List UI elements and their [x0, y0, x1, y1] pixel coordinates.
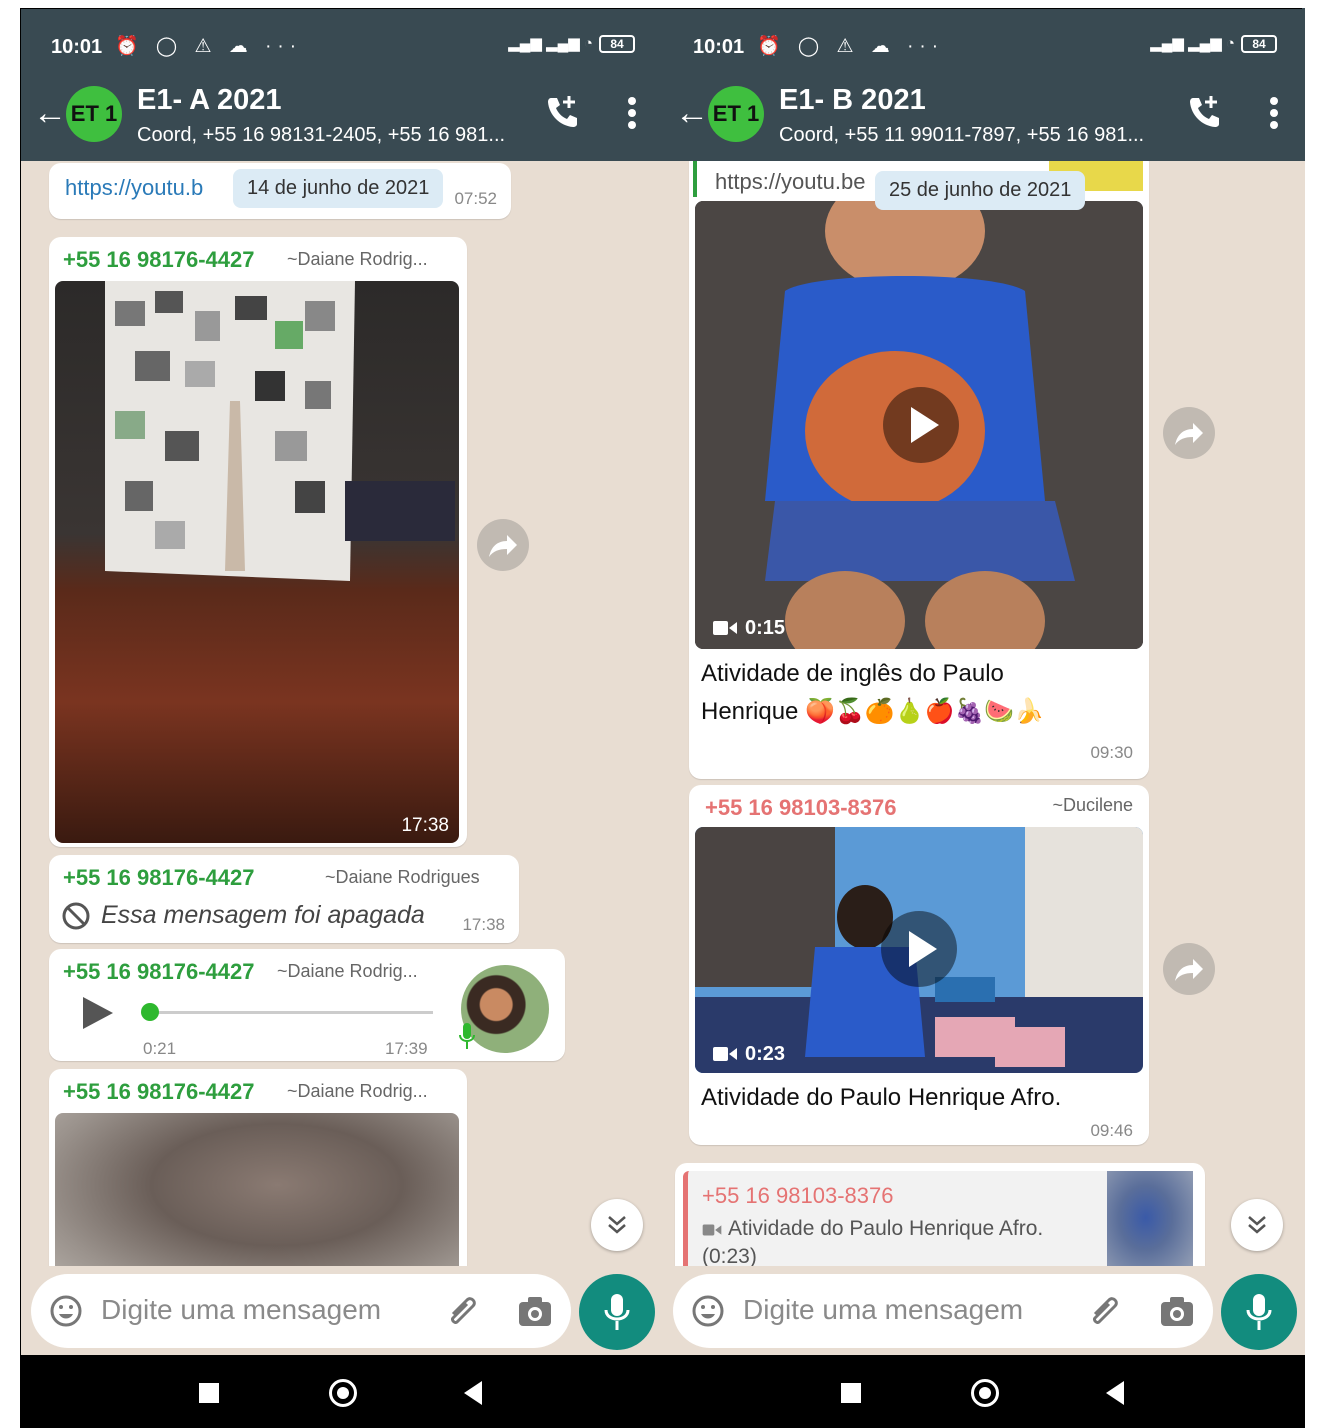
screenshot-border	[20, 8, 1302, 1428]
